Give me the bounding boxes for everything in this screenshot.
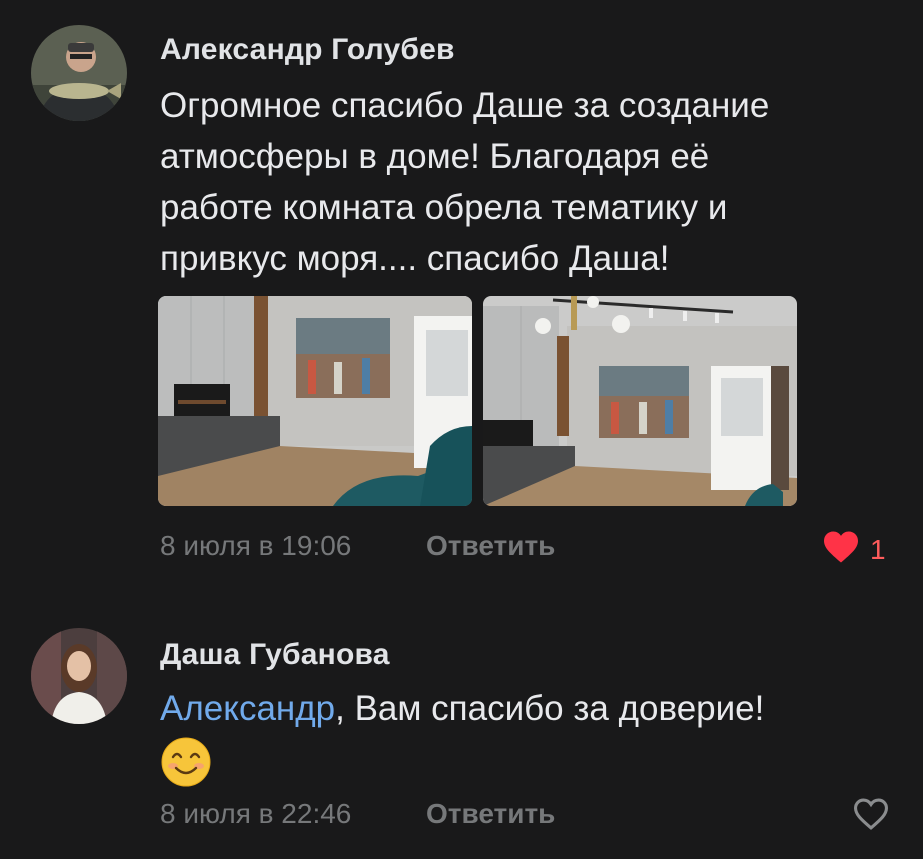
- comment-text-line: Огромное спасибо Даше за создание: [160, 86, 770, 125]
- comment-text: Александр, Вам спасибо за доверие!: [160, 683, 880, 734]
- comment-author[interactable]: Александр Голубев: [160, 33, 455, 67]
- comment-text-rest: , Вам спасибо за доверие!: [335, 689, 765, 728]
- avatar[interactable]: [31, 25, 127, 121]
- comment-text: Огромное спасибо Даше за создание атмосф…: [160, 80, 880, 284]
- like-button[interactable]: 1: [822, 530, 886, 569]
- reply-button[interactable]: Ответить: [426, 530, 555, 562]
- mention-link[interactable]: Александр: [160, 689, 335, 728]
- comment-text-line: привкус моря.... спасибо Даша!: [160, 239, 670, 278]
- comment-text-line: Александр, Вам спасибо за доверие!: [160, 683, 880, 734]
- heart-outline-icon: [852, 797, 890, 836]
- comment-text-line: работе комната обрела тематику и: [160, 188, 728, 227]
- like-count: 1: [870, 533, 886, 565]
- comment-timestamp: 8 июля в 19:06: [160, 530, 352, 561]
- photo-attachments: [158, 296, 798, 506]
- attachment-photo-1[interactable]: [158, 296, 472, 506]
- comment-text-line: атмосферы в доме! Благодаря её: [160, 137, 710, 176]
- avatar[interactable]: [31, 628, 127, 724]
- reply-button[interactable]: Ответить: [426, 798, 555, 830]
- like-button[interactable]: [852, 797, 890, 836]
- attachment-photo-2[interactable]: [483, 296, 797, 506]
- heart-filled-icon: [822, 530, 860, 569]
- comment-author[interactable]: Даша Губанова: [160, 638, 390, 672]
- comment-timestamp: 8 июля в 22:46: [160, 798, 352, 829]
- smiling-face-emoji-icon: [160, 736, 212, 788]
